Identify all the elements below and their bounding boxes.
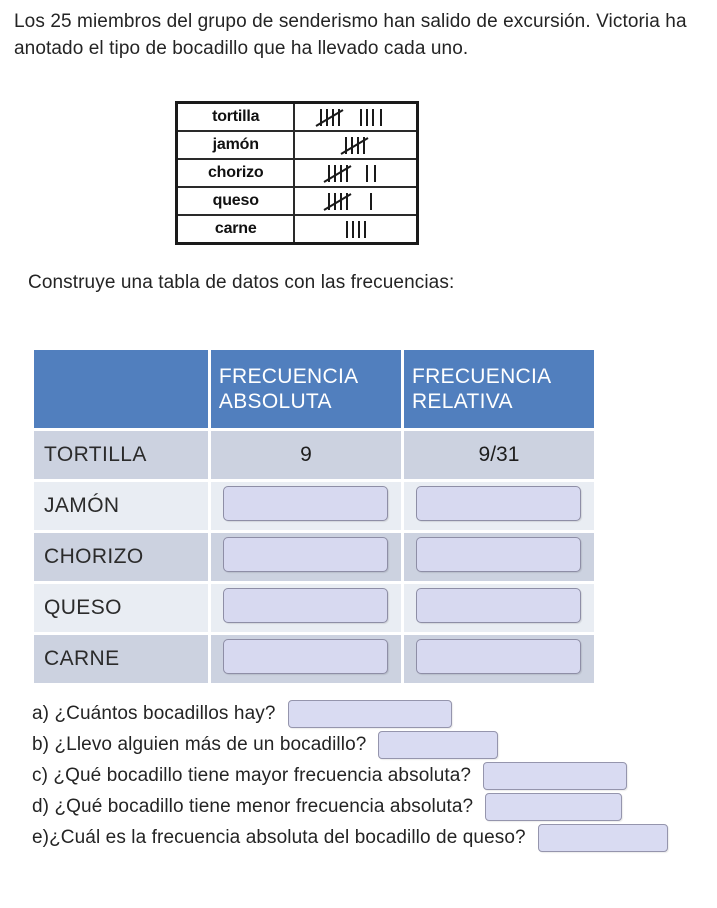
tally-marks-queso [293, 186, 419, 216]
frequency-table: FRECUENCIA ABSOLUTA FRECUENCIA RELATIVA … [34, 350, 594, 686]
tally-marks-icon [323, 165, 376, 183]
intro-paragraph: Los 25 miembros del grupo de senderismo … [14, 11, 687, 59]
cell-absolute-queso [210, 584, 404, 635]
tally-label-carne: carne [175, 214, 296, 245]
cell-relative-tortilla: 9/31 [403, 431, 594, 482]
tally-label-jamon: jamón [175, 130, 296, 160]
tally-marks-icon [323, 193, 372, 211]
tally-marks-carne [293, 214, 419, 245]
input-relative-queso[interactable] [416, 588, 582, 623]
input-relative-chorizo[interactable] [416, 537, 582, 572]
cell-absolute-chorizo [210, 533, 404, 584]
tally-table: tortilla jamón chorizo queso carne [175, 101, 419, 245]
cell-relative-jamon [403, 482, 594, 533]
tally-label-tortilla: tortilla [175, 101, 296, 132]
tally-row: chorizo [175, 158, 419, 188]
table-row: TORTILLA 9 9/31 [34, 431, 594, 482]
input-relative-carne[interactable] [416, 639, 582, 674]
cell-absolute-carne [210, 635, 404, 686]
row-label-queso: QUESO [34, 584, 211, 635]
question-b: b) ¿Llevo alguien más de un bocadillo? [32, 729, 712, 760]
tally-marks-icon [345, 221, 366, 238]
answer-input-c[interactable] [483, 761, 628, 790]
tally-marks-icon [340, 137, 369, 155]
question-d-text: d) ¿Qué bocadillo tiene menor frecuencia… [32, 795, 474, 817]
row-label-carne: CARNE [34, 635, 211, 686]
answer-input-e[interactable] [537, 823, 668, 852]
input-absolute-carne[interactable] [223, 639, 389, 674]
header-relative-line1: FRECUENCIA [411, 365, 552, 388]
row-label-jamon: JAMÓN [34, 482, 211, 533]
question-c-text: c) ¿Qué bocadillo tiene mayor frecuencia… [32, 764, 472, 786]
question-d: d) ¿Qué bocadillo tiene menor frecuencia… [32, 791, 712, 822]
row-label-chorizo: CHORIZO [34, 533, 211, 584]
header-relative-line2: RELATIVA [411, 390, 513, 413]
table-row: QUESO [34, 584, 594, 635]
cell-relative-queso [403, 584, 594, 635]
input-absolute-queso[interactable] [223, 588, 389, 623]
frequency-table-header-row: FRECUENCIA ABSOLUTA FRECUENCIA RELATIVA [34, 350, 594, 431]
question-c: c) ¿Qué bocadillo tiene mayor frecuencia… [32, 760, 712, 791]
questions-list: a) ¿Cuántos bocadillos hay? b) ¿Llevo al… [32, 698, 712, 853]
tally-row: tortilla [175, 101, 419, 132]
table-row: JAMÓN [34, 482, 594, 533]
table-row: CARNE [34, 635, 594, 686]
construye-instruction: Construye una tabla de datos con las fre… [28, 272, 455, 293]
input-relative-jamon[interactable] [416, 486, 582, 521]
cell-absolute-jamon [210, 482, 404, 533]
input-absolute-jamon[interactable] [223, 486, 389, 521]
tally-marks-tortilla [293, 101, 419, 132]
question-e: e)¿Cuál es la frecuencia absoluta del bo… [32, 822, 712, 853]
tally-label-chorizo: chorizo [175, 158, 296, 188]
tally-label-queso: queso [175, 186, 296, 216]
question-a-text: a) ¿Cuántos bocadillos hay? [32, 702, 276, 724]
answer-input-b[interactable] [378, 730, 499, 759]
tally-marks-chorizo [293, 158, 419, 188]
cell-absolute-tortilla: 9 [210, 431, 404, 482]
tally-row: carne [175, 214, 419, 245]
tally-marks-icon [315, 109, 382, 127]
row-label-tortilla: TORTILLA [34, 431, 211, 482]
input-absolute-chorizo[interactable] [223, 537, 389, 572]
tally-row: jamón [175, 130, 419, 160]
tally-table-body: tortilla jamón chorizo queso carne [175, 101, 419, 245]
header-relative-frequency: FRECUENCIA RELATIVA [403, 350, 594, 431]
question-e-text: e)¿Cuál es la frecuencia absoluta del bo… [32, 826, 526, 848]
header-blank-cell [34, 350, 211, 431]
table-row: CHORIZO [34, 533, 594, 584]
frequency-table-head: FRECUENCIA ABSOLUTA FRECUENCIA RELATIVA [34, 350, 594, 431]
header-absolute-line1: FRECUENCIA [218, 365, 359, 388]
tally-marks-jamon [293, 130, 419, 160]
header-absolute-line2: ABSOLUTA [218, 390, 332, 413]
tally-row: queso [175, 186, 419, 216]
question-b-text: b) ¿Llevo alguien más de un bocadillo? [32, 733, 367, 755]
question-a: a) ¿Cuántos bocadillos hay? [32, 698, 712, 729]
answer-input-d[interactable] [485, 792, 623, 821]
frequency-table-body: TORTILLA 9 9/31 JAMÓN CHORIZO QUESO CARN… [34, 431, 594, 686]
header-absolute-frequency: FRECUENCIA ABSOLUTA [210, 350, 404, 431]
cell-relative-chorizo [403, 533, 594, 584]
cell-relative-carne [403, 635, 594, 686]
answer-input-a[interactable] [287, 699, 452, 728]
